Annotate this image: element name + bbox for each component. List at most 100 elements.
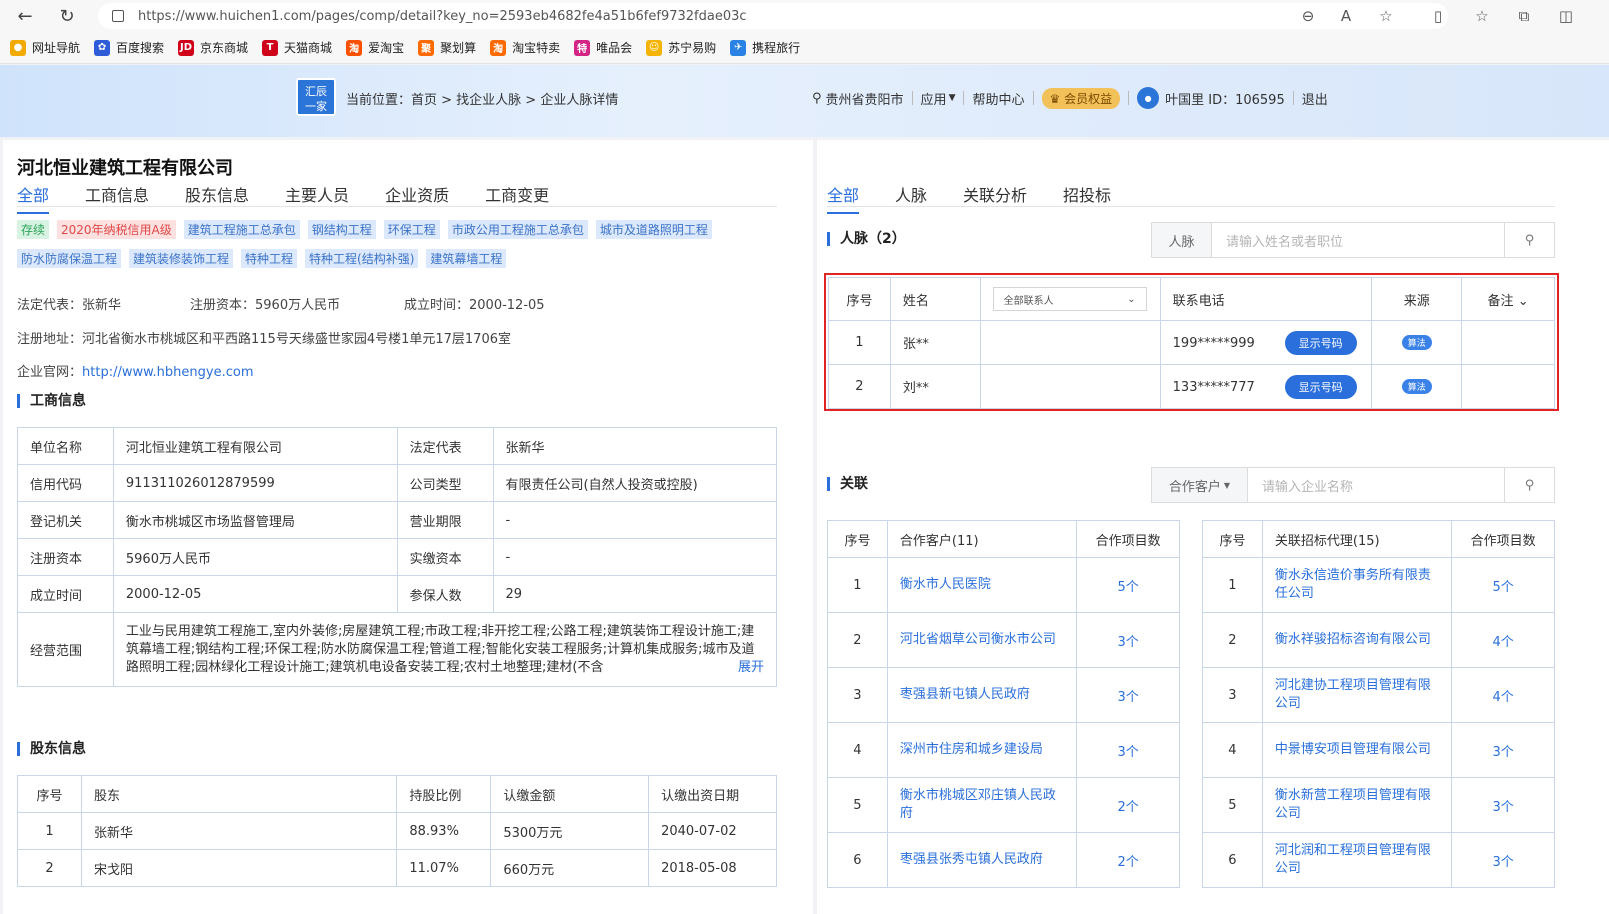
row-no: 1: [1202, 557, 1263, 613]
divider: [1032, 91, 1034, 105]
company-link[interactable]: 深州市住房和城乡建设局: [886, 722, 1078, 778]
company-link[interactable]: 衡水市桃城区邓庄镇人民政府: [886, 777, 1078, 833]
table-cell: 宋戈阳: [80, 849, 398, 887]
col-note[interactable]: 备注 ⌄: [1461, 277, 1555, 321]
project-count[interactable]: 5个: [1451, 557, 1555, 613]
bookmark-label: 唯品会: [596, 41, 633, 55]
tab-relation-0[interactable]: 全部: [827, 182, 860, 214]
qualification-tag: 建筑工程施工总承包: [183, 220, 300, 239]
bookmark-item[interactable]: 淘爱淘宝: [346, 39, 404, 56]
company-link[interactable]: 河北润和工程项目管理有限公司: [1261, 832, 1453, 888]
project-count[interactable]: 3个: [1076, 722, 1180, 778]
tab-company-3[interactable]: 主要人员: [285, 182, 349, 214]
project-count[interactable]: 2个: [1076, 777, 1180, 833]
project-count[interactable]: 4个: [1451, 667, 1555, 723]
tab-relation-1[interactable]: 人脉: [895, 182, 927, 214]
company-link[interactable]: 衡水祥骏招标咨询有限公司: [1261, 612, 1453, 668]
bookmark-item[interactable]: 特唯品会: [574, 39, 632, 56]
related-filter-dropdown[interactable]: 合作客户 ▼: [1152, 468, 1248, 502]
address-bar[interactable]: https://www.huichen1.com/pages/comp/deta…: [98, 3, 1448, 29]
search-icon[interactable]: ⚲: [1504, 223, 1554, 257]
favorites-icon[interactable]: ☆: [1472, 6, 1492, 26]
bookmark-item[interactable]: JD 京东商城: [178, 39, 248, 56]
bookmark-item[interactable]: ✿ 百度搜索: [94, 39, 164, 56]
bookmark-item[interactable]: T 天猫商城: [262, 39, 332, 56]
vip-badge[interactable]: ♛ 会员权益: [1041, 87, 1121, 109]
show-number-button[interactable]: 显示号码: [1284, 330, 1357, 355]
field-value: 2000-12-05: [112, 575, 398, 613]
company-link[interactable]: 河北省烟草公司衡水市公司: [886, 612, 1078, 668]
bookmark-item[interactable]: ✈ 携程旅行: [730, 39, 800, 56]
company-link[interactable]: 枣强县张秀屯镇人民政府: [886, 832, 1078, 888]
refresh-icon[interactable]: ↻: [50, 0, 84, 32]
location-icon: ⚲: [812, 90, 822, 106]
extensions-icon[interactable]: ◫: [1556, 6, 1576, 26]
show-number-button[interactable]: 显示号码: [1284, 374, 1357, 399]
scope-text: 工业与民用建筑工程施工,室内外装修;房屋建筑工程;市政工程;非开挖工程;公路工程…: [125, 623, 755, 675]
table-row: 3 河北建协工程项目管理有限公司 4个: [1202, 667, 1555, 723]
contact-filter-dropdown[interactable]: 全部联系人 ⌄: [992, 287, 1147, 311]
search-icon[interactable]: ⚲: [1504, 468, 1554, 502]
field-label: 实缴资本: [396, 538, 494, 576]
column-header: 合作项目数: [1076, 520, 1180, 558]
company-link[interactable]: 中景博安项目管理有限公司: [1261, 722, 1453, 778]
field-value: 911311026012879599: [112, 464, 398, 502]
table-cell: 2: [17, 849, 82, 887]
project-count[interactable]: 3个: [1451, 777, 1555, 833]
read-aloud-icon[interactable]: A: [1336, 6, 1356, 26]
tab-company-4[interactable]: 企业资质: [385, 182, 449, 214]
bookmark-item[interactable]: ☺ 苏宁易购: [646, 39, 716, 56]
company-link[interactable]: 河北建协工程项目管理有限公司: [1261, 667, 1453, 723]
field-label: 营业期限: [396, 501, 494, 539]
company-link[interactable]: 枣强县新屯镇人民政府: [886, 667, 1078, 723]
bookmark-label: 苏宁易购: [668, 41, 717, 55]
tab-company-1[interactable]: 工商信息: [85, 182, 149, 214]
jd-icon: JD: [178, 39, 195, 56]
table-row: 单位名称 河北恒业建筑工程有限公司 法定代表 张新华: [17, 427, 777, 465]
company-link[interactable]: 衡水新营工程项目管理有限公司: [1261, 777, 1453, 833]
bookmark-item[interactable]: 聚聚划算: [418, 39, 476, 56]
project-count[interactable]: 3个: [1451, 722, 1555, 778]
field-value: 29: [492, 575, 777, 613]
contact-phone: 133*****777: [1172, 379, 1255, 395]
company-link[interactable]: 衡水永信造价事务所有限责任公司: [1261, 557, 1453, 613]
apps-menu[interactable]: 应用: [921, 89, 947, 108]
project-count[interactable]: 3个: [1076, 612, 1180, 668]
field-value: 有限责任公司(自然人投资或控股): [492, 464, 777, 502]
project-count[interactable]: 3个: [1076, 667, 1180, 723]
collections-icon[interactable]: ⧉: [1514, 6, 1534, 26]
split-screen-icon[interactable]: ▯: [1428, 6, 1448, 26]
bookmark-item[interactable]: 淘淘宝特卖: [490, 39, 560, 56]
tab-company-5[interactable]: 工商变更: [485, 182, 549, 214]
project-count[interactable]: 2个: [1076, 832, 1180, 888]
site-logo[interactable]: 汇辰 一家: [296, 78, 336, 116]
project-count[interactable]: 5个: [1076, 557, 1180, 613]
vip-label: 会员权益: [1064, 91, 1113, 106]
project-count[interactable]: 4个: [1451, 612, 1555, 668]
contact-empty: [979, 320, 1161, 365]
project-count[interactable]: 3个: [1451, 832, 1555, 888]
star-icon[interactable]: ☆: [1376, 6, 1396, 26]
tab-relation-2[interactable]: 关联分析: [963, 182, 1027, 214]
qualification-tag: 城市及道路照明工程: [595, 220, 712, 239]
bookmark-item[interactable]: ● 网址导航: [10, 39, 80, 56]
table-row: 6 河北润和工程项目管理有限公司 3个: [1202, 832, 1555, 888]
contacts-search-input[interactable]: 请输入姓名或者职位: [1212, 223, 1504, 257]
company-link[interactable]: 衡水市人民医院: [886, 557, 1078, 613]
avatar[interactable]: ●: [1137, 87, 1160, 109]
contacts-title: 人脉（2）: [827, 232, 906, 246]
tab-company-2[interactable]: 股东信息: [185, 182, 249, 214]
tab-relation-3[interactable]: 招投标: [1063, 182, 1111, 214]
location-link[interactable]: 贵州省贵阳市: [826, 89, 904, 108]
col-filter: 全部联系人 ⌄: [979, 277, 1161, 321]
qualification-tag: 建筑幕墙工程: [426, 249, 507, 268]
help-link[interactable]: 帮助中心: [972, 89, 1024, 108]
zoom-icon[interactable]: ⊖: [1298, 6, 1318, 26]
related-search-input[interactable]: 请输入企业名称: [1248, 468, 1504, 502]
back-icon[interactable]: ←: [8, 0, 42, 32]
logout-link[interactable]: 退出: [1302, 89, 1328, 108]
expand-link[interactable]: 展开: [733, 658, 764, 677]
website-link[interactable]: http://www.hbhengye.com: [82, 365, 253, 380]
tab-company-0[interactable]: 全部: [17, 182, 50, 214]
chevron-down-icon: ⌄: [1127, 293, 1136, 305]
